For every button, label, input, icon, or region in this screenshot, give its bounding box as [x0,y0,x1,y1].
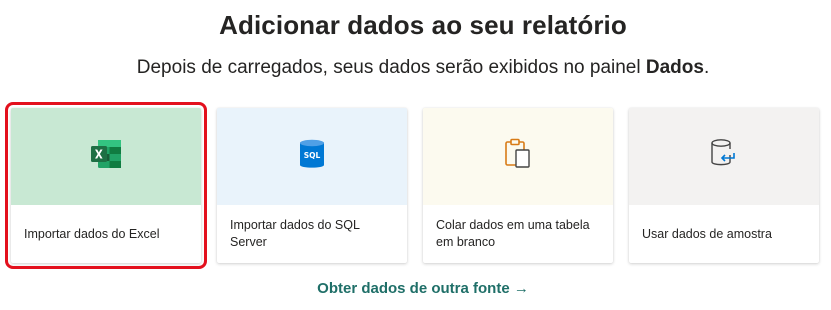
card-icon-area [423,108,613,205]
sql-server-icon: SQL [299,138,325,175]
svg-text:SQL: SQL [304,151,321,160]
card-icon-area [629,108,819,205]
import-excel-card[interactable]: Importar dados do Excel [5,102,207,269]
card-label: Importar dados do SQL Server [230,218,360,249]
subtitle-emphasis: Dados [645,57,704,78]
excel-icon [89,138,123,175]
subtitle-end: . [703,57,710,78]
card-label: Colar dados em uma tabela em branco [436,218,590,249]
card-label: Importar dados do Excel [24,226,160,241]
page-title: Adicionar dados ao seu relatório [219,10,627,40]
get-data-other-source-link[interactable]: Obter dados de outra fonte → [0,280,831,297]
clipboard-icon [501,137,535,176]
import-sql-server-card[interactable]: SQL Importar dados do SQL Server [217,108,407,263]
sample-data-card[interactable]: Usar dados de amostra [629,108,819,263]
card-label: Usar dados de amostra [642,226,772,241]
card-icon-area: SQL [217,108,407,205]
database-icon [708,137,740,176]
add-data-dialog: Adicionar dados ao seu relatório Depois … [0,0,831,310]
card-icon-area [11,108,201,205]
page-subtitle: Depois de carregados, seus dados serão e… [0,57,831,79]
subtitle-text: Depois de carregados, seus dados serão e… [136,57,646,78]
paste-data-card[interactable]: Colar dados em uma tabela em branco [423,108,613,263]
